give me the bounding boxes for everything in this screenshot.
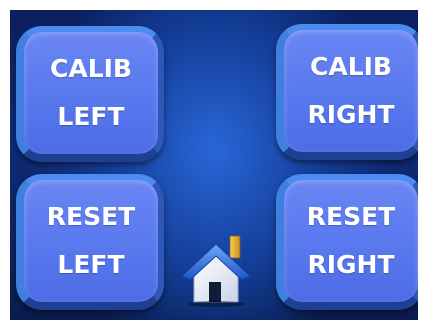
- reset-left-label: RESET LEFT: [47, 193, 135, 289]
- home-icon: [181, 235, 251, 307]
- calib-right-label: CALIB RIGHT: [307, 43, 394, 139]
- calib-right-button[interactable]: CALIB RIGHT: [276, 24, 418, 160]
- calib-left-label-line1: CALIB: [50, 54, 132, 83]
- reset-left-button[interactable]: RESET LEFT: [16, 174, 164, 310]
- calib-left-label: CALIB LEFT: [50, 45, 132, 141]
- reset-left-label-line2: LEFT: [57, 250, 125, 279]
- reset-right-label-line1: RESET: [306, 202, 396, 231]
- reset-left-label-line1: RESET: [46, 202, 136, 231]
- calib-right-label-line1: CALIB: [310, 52, 392, 81]
- calib-right-label-line2: RIGHT: [307, 100, 395, 129]
- calib-left-button[interactable]: CALIB LEFT: [16, 26, 164, 162]
- calib-left-label-line2: LEFT: [57, 102, 125, 131]
- reset-right-label: RESET RIGHT: [307, 193, 395, 289]
- touch-screen: CALIB LEFT CALIB RIGHT RESET LEFT RESET …: [10, 10, 418, 320]
- home-button[interactable]: [180, 234, 252, 310]
- reset-right-button[interactable]: RESET RIGHT: [276, 174, 418, 310]
- reset-right-label-line2: RIGHT: [307, 250, 395, 279]
